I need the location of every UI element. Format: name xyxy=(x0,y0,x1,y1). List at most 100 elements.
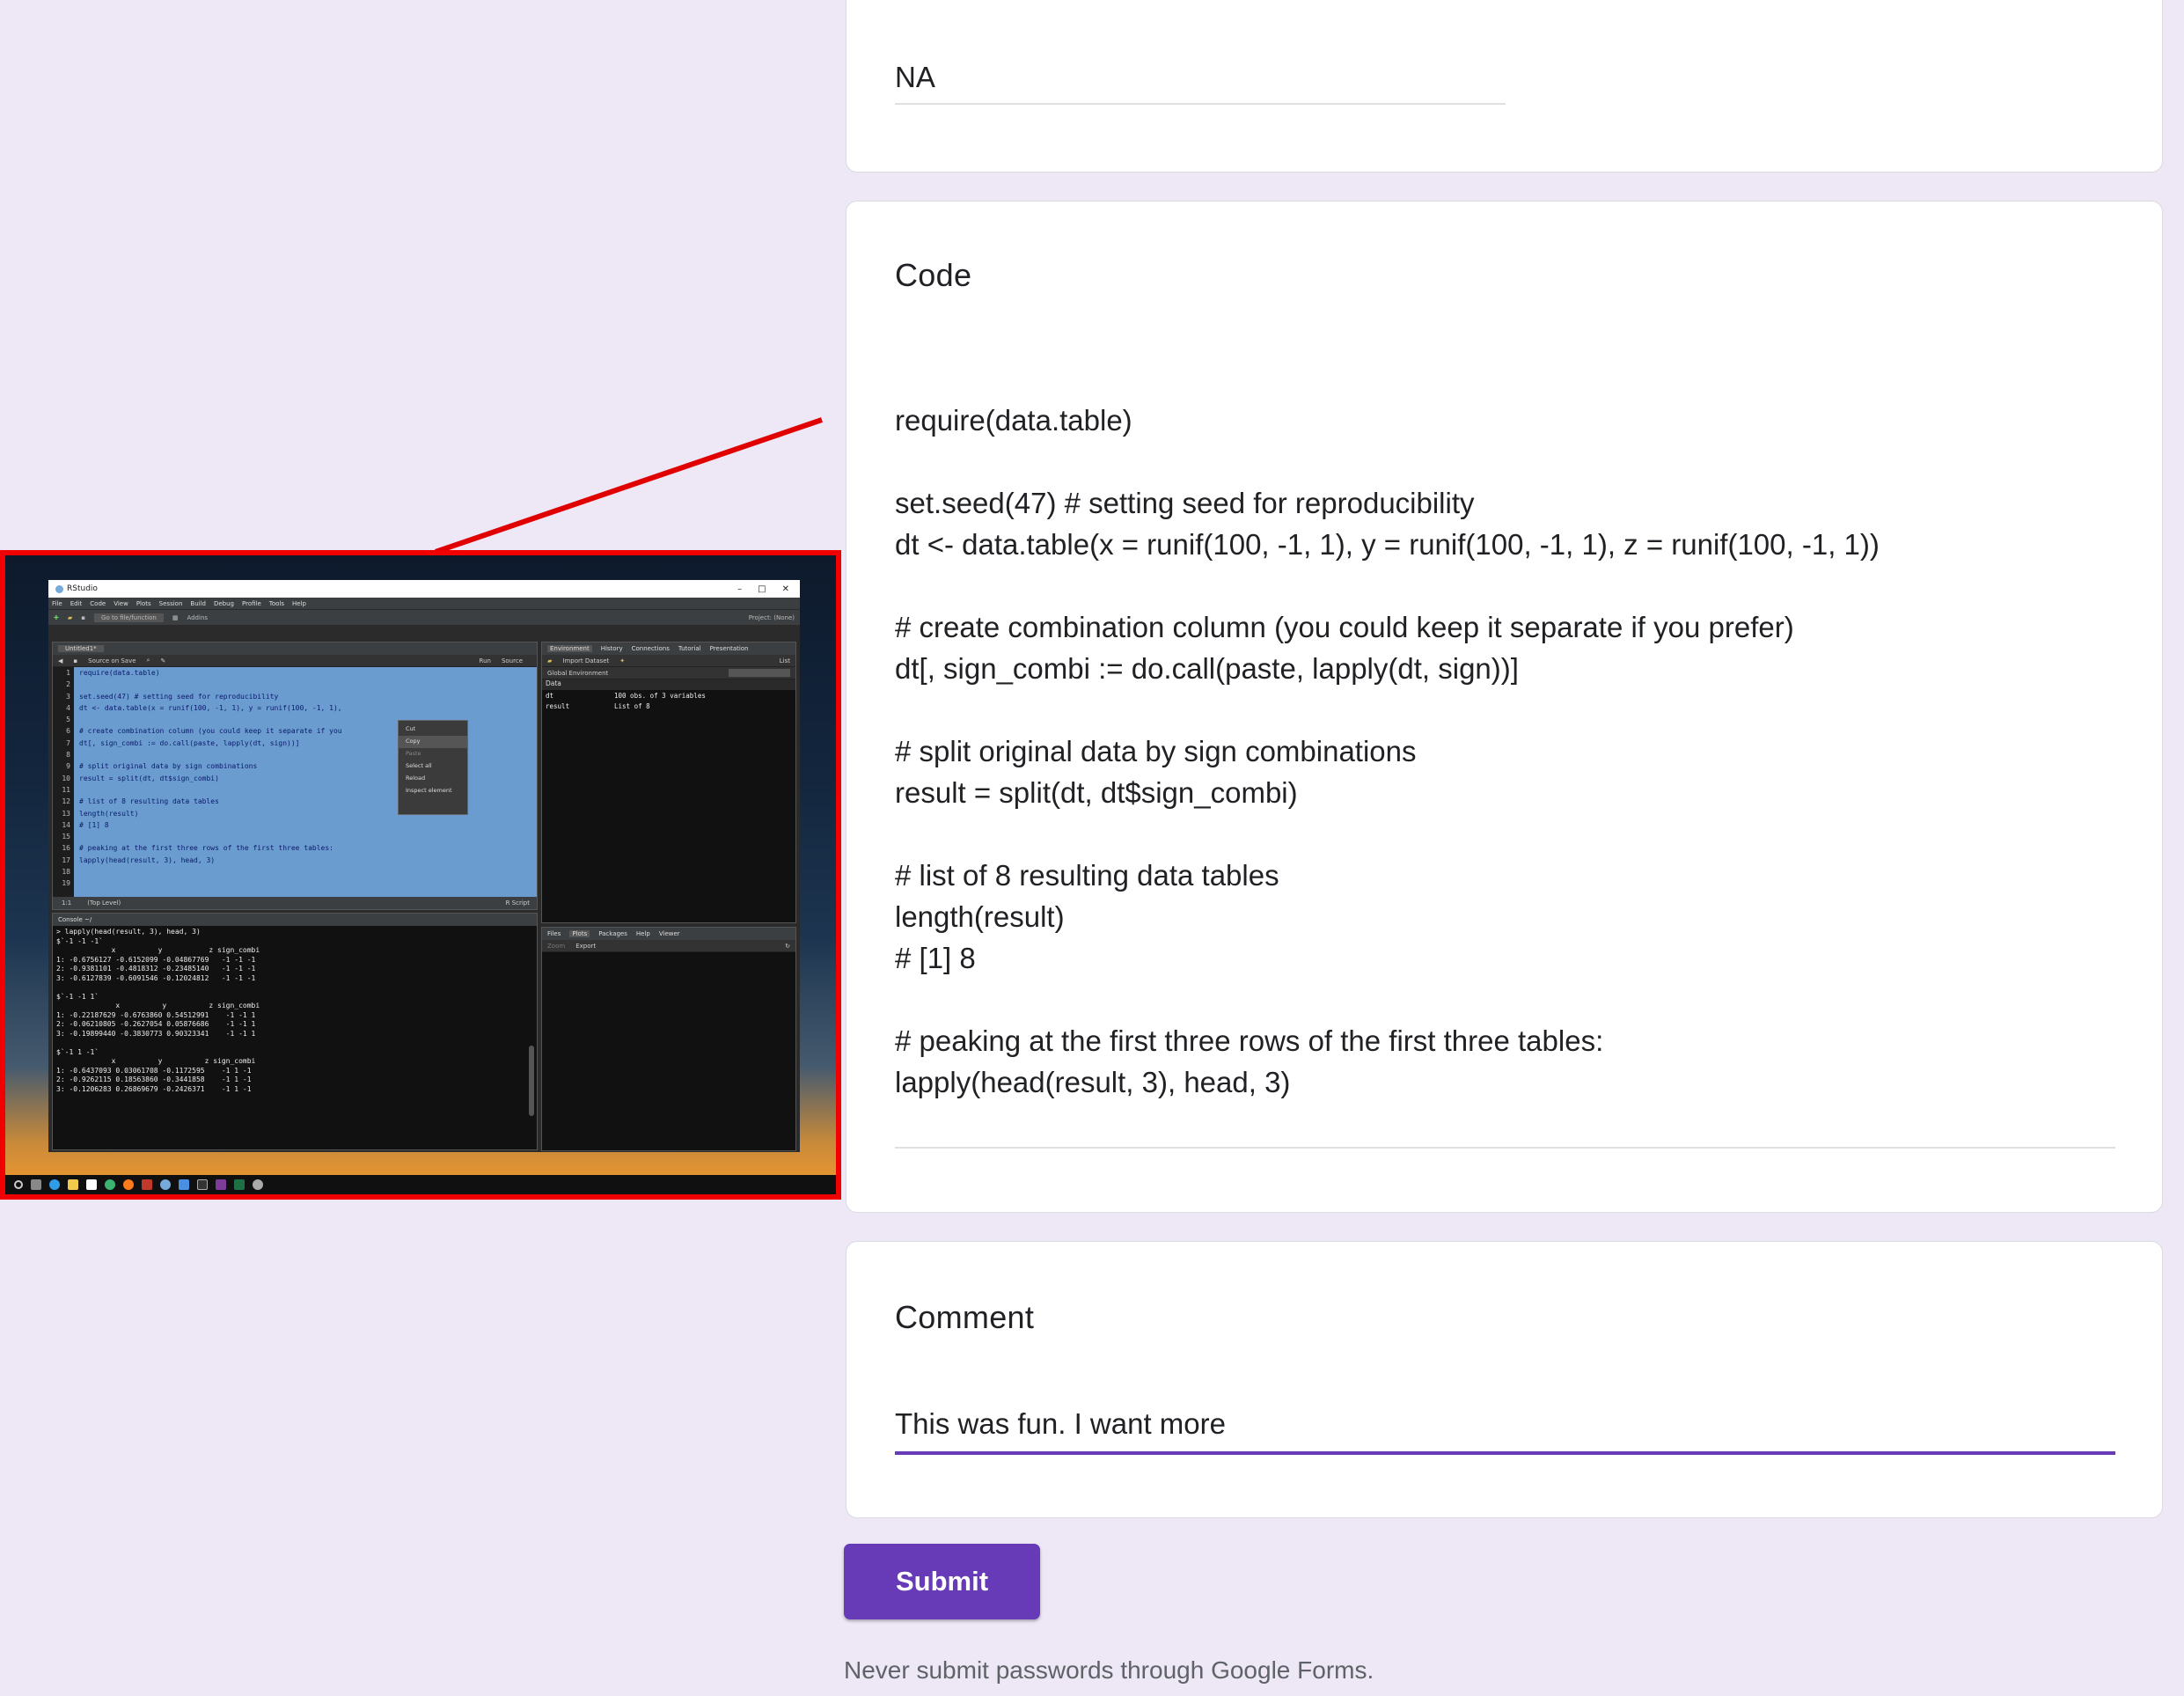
chrome-icon[interactable] xyxy=(105,1179,115,1190)
environment-toolbar: ▰ Import Dataset ✦ List xyxy=(542,655,795,667)
context-menu-paste[interactable]: Paste xyxy=(399,748,467,760)
tab-environment[interactable]: Environment xyxy=(547,645,592,652)
filezilla-icon[interactable] xyxy=(142,1179,152,1190)
source-button[interactable]: Source xyxy=(502,657,523,664)
addins-menu[interactable]: Addins xyxy=(187,614,208,621)
env-row-dt[interactable]: dt 100 obs. of 3 variables xyxy=(542,690,795,701)
app-icon[interactable] xyxy=(197,1179,208,1190)
zoom-button[interactable]: Zoom xyxy=(547,943,565,950)
comment-answer-text[interactable]: This was fun. I want more xyxy=(895,1407,1226,1441)
tab-packages[interactable]: Packages xyxy=(598,930,627,937)
settings-icon[interactable] xyxy=(253,1179,263,1190)
line-number-gutter: 1 2 3 4 5 6 7 8 9 10 11 12 13 14 15 16 1… xyxy=(53,667,74,897)
tab-connections[interactable]: Connections xyxy=(632,645,670,652)
editor-code[interactable]: require(data.table) set.seed(47) # setti… xyxy=(79,667,342,866)
tab-help[interactable]: Help xyxy=(636,930,650,937)
tab-presentation[interactable]: Presentation xyxy=(710,645,749,652)
maximize-icon[interactable]: □ xyxy=(758,584,766,594)
rstudio-logo-icon xyxy=(55,584,63,593)
editor-statusbar: 1:1 (Top Level) R Script xyxy=(53,897,537,909)
comment-answer-underline xyxy=(895,1451,2115,1455)
code-question-title: Code xyxy=(895,257,972,293)
menu-code[interactable]: Code xyxy=(90,600,106,607)
code-question-card: Code require(data.table) set.seed(47) # … xyxy=(846,201,2163,1213)
grid-icon[interactable]: ▦ xyxy=(172,614,179,621)
menu-build[interactable]: Build xyxy=(190,600,206,607)
submit-button[interactable]: Submit xyxy=(844,1544,1040,1619)
tab-viewer[interactable]: Viewer xyxy=(659,930,680,937)
paint-icon[interactable] xyxy=(179,1179,189,1190)
env-row-result[interactable]: result List of 8 xyxy=(542,701,795,711)
minimize-icon[interactable]: – xyxy=(737,584,742,594)
menu-edit[interactable]: Edit xyxy=(70,600,83,607)
store-icon[interactable] xyxy=(86,1179,97,1190)
task-view-icon[interactable] xyxy=(31,1179,41,1190)
menu-help[interactable]: Help xyxy=(292,600,306,607)
file-explorer-icon[interactable] xyxy=(68,1179,78,1190)
tab-files[interactable]: Files xyxy=(547,930,561,937)
environment-tabs: Environment History Connections Tutorial… xyxy=(542,642,795,655)
refresh-icon[interactable]: ↻ xyxy=(785,943,795,950)
console-scrollbar[interactable] xyxy=(529,1046,534,1116)
list-view-menu[interactable]: List xyxy=(780,657,795,664)
menu-debug[interactable]: Debug xyxy=(214,600,234,607)
back-arrow-icon[interactable]: ◀ xyxy=(58,657,62,664)
environment-search-input[interactable] xyxy=(729,669,790,677)
rstudio-taskbar-icon[interactable] xyxy=(160,1179,171,1190)
editor-tab-untitled1[interactable]: Untitled1* xyxy=(58,645,104,652)
tab-tutorial[interactable]: Tutorial xyxy=(678,645,701,652)
tab-history[interactable]: History xyxy=(601,645,623,652)
console-output[interactable]: > lapply(head(result, 3), head, 3) $`-1 … xyxy=(56,928,524,1149)
export-menu[interactable]: Export xyxy=(575,943,596,950)
save-file-icon[interactable]: ▪ xyxy=(73,657,77,664)
edge-icon[interactable] xyxy=(49,1179,60,1190)
new-file-icon[interactable]: ✚ xyxy=(54,614,59,621)
code-answer-text[interactable]: require(data.table) set.seed(47) # setti… xyxy=(895,400,1880,1103)
menu-profile[interactable]: Profile xyxy=(242,600,261,607)
editor-toolbar: ◀ ▪ Source on Save ⌕ ✎ Run Source xyxy=(53,655,537,667)
environment-scope-bar: Global Environment xyxy=(542,667,795,679)
run-button[interactable]: Run xyxy=(480,657,491,664)
code-answer-underline xyxy=(895,1147,2115,1149)
context-menu-cut[interactable]: Cut xyxy=(399,723,467,736)
rstudio-window: RStudio – □ ✕ File Edit Code View Plots … xyxy=(48,580,800,1152)
save-icon[interactable]: ▪ xyxy=(81,614,85,621)
source-on-save-checkbox[interactable]: Source on Save xyxy=(88,657,136,664)
console-tab[interactable]: Console ~/ xyxy=(58,916,92,923)
search-icon[interactable]: ⌕ xyxy=(147,657,150,664)
comment-question-card: Comment This was fun. I want more xyxy=(846,1241,2163,1518)
excel-icon[interactable] xyxy=(234,1179,245,1190)
na-answer-text[interactable]: NA xyxy=(895,61,935,94)
context-menu-select-all[interactable]: Select all xyxy=(399,760,467,773)
context-menu-copy[interactable]: Copy xyxy=(399,736,467,748)
menu-file[interactable]: File xyxy=(52,600,62,607)
menu-session[interactable]: Session xyxy=(159,600,183,607)
na-answer-underline xyxy=(895,103,1506,105)
console-tabs: Console ~/ xyxy=(53,914,537,926)
data-section-header: Data xyxy=(542,679,795,690)
wand-icon[interactable]: ✎ xyxy=(160,657,165,664)
windows-taskbar xyxy=(5,1175,836,1194)
context-menu-inspect[interactable]: Inspect element xyxy=(399,785,467,797)
context-menu-reload[interactable]: Reload xyxy=(399,773,467,785)
import-dataset-menu[interactable]: Import Dataset xyxy=(562,657,609,664)
rstudio-screenshot-inset: RStudio – □ ✕ File Edit Code View Plots … xyxy=(0,550,841,1200)
close-icon[interactable]: ✕ xyxy=(782,584,789,594)
menu-view[interactable]: View xyxy=(114,600,128,607)
firefox-icon[interactable] xyxy=(123,1179,134,1190)
search-icon[interactable] xyxy=(14,1180,23,1189)
menu-plots[interactable]: Plots xyxy=(136,600,151,607)
slack-icon[interactable] xyxy=(216,1179,226,1190)
project-menu[interactable]: Project: (None) xyxy=(749,614,800,621)
load-workspace-icon[interactable]: ▰ xyxy=(547,657,552,664)
rstudio-titlebar: RStudio – □ ✕ xyxy=(48,580,800,598)
file-type-indicator[interactable]: R Script xyxy=(506,899,537,907)
menu-tools[interactable]: Tools xyxy=(269,600,284,607)
global-environment-menu[interactable]: Global Environment xyxy=(547,670,608,677)
env-row-name: result xyxy=(546,701,570,710)
open-file-icon[interactable]: ▰ xyxy=(68,614,72,621)
scope-indicator[interactable]: (Top Level) xyxy=(87,899,121,907)
goto-file-input[interactable]: Go to file/function xyxy=(94,613,164,622)
broom-icon[interactable]: ✦ xyxy=(619,657,625,664)
tab-plots[interactable]: Plots xyxy=(569,930,590,937)
